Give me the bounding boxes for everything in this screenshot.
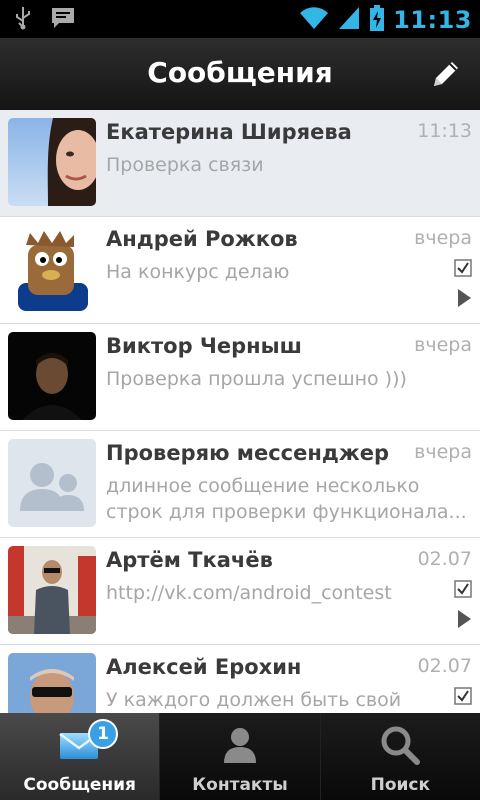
usb-icon [14, 6, 32, 34]
message-time: вчера [414, 227, 472, 249]
checkbox-icon [454, 259, 472, 277]
tab-search[interactable]: Поиск [319, 713, 480, 800]
conversation-row[interactable]: Алексей Ерохин 02.07 У каждого должен бы… [0, 645, 480, 713]
status-time: 11:13 [393, 6, 472, 34]
contact-name: Андрей Рожков [106, 227, 298, 251]
status-bar: 11:13 [0, 0, 480, 38]
message-time: вчера [414, 441, 472, 463]
checkbox-icon [454, 580, 472, 598]
person-icon [218, 723, 262, 767]
conversation-list[interactable]: Екатерина Ширяева 11:13 Проверка связи А… [0, 110, 480, 713]
message-time: 02.07 [417, 548, 472, 570]
conversation-row[interactable]: Артём Ткачёв 02.07 http://vk.com/android… [0, 538, 480, 645]
tab-contacts[interactable]: Контакты [159, 713, 320, 800]
pencil-icon [434, 62, 458, 86]
message-time: 11:13 [417, 120, 472, 142]
play-icon[interactable] [458, 289, 471, 307]
message-preview: У каждого должен быть свой [106, 689, 402, 711]
tab-label: Поиск [370, 775, 431, 795]
avatar [8, 546, 96, 634]
avatar [8, 653, 96, 713]
contact-name: Алексей Ерохин [106, 655, 302, 679]
message-preview: Проверка прошла успешно ))) [106, 368, 407, 390]
message-preview: длинное сообщение несколько строк для пр… [106, 475, 467, 523]
avatar [8, 332, 96, 420]
wifi-icon [299, 5, 329, 35]
page-title: Сообщения [147, 56, 333, 89]
search-icon [378, 723, 422, 767]
conversation-row[interactable]: Андрей Рожков вчера На конкурс делаю [0, 217, 480, 324]
bottom-navigation: 1 Сообщения Контакты Поиск [0, 713, 480, 800]
tab-label: Контакты [192, 775, 288, 795]
contact-name: Екатерина Ширяева [106, 120, 352, 144]
contact-name: Виктор Черныш [106, 334, 302, 358]
avatar [8, 225, 96, 313]
message-preview: На конкурс делаю [106, 261, 290, 283]
contact-name: Артём Ткачёв [106, 548, 273, 572]
compose-button[interactable] [428, 56, 464, 92]
checkbox-icon [454, 687, 472, 705]
chat-notification-icon [50, 6, 76, 34]
message-preview: http://vk.com/android_contest [106, 582, 392, 604]
group-avatar [8, 439, 96, 527]
message-time: вчера [414, 334, 472, 356]
conversation-row[interactable]: Проверяю мессенджер вчера длинное сообще… [0, 431, 480, 538]
message-time: 02.07 [417, 655, 472, 677]
tab-label: Сообщения [23, 775, 136, 795]
conversation-row[interactable]: Виктор Черныш вчера Проверка прошла успе… [0, 324, 480, 431]
message-preview: Проверка связи [106, 154, 264, 176]
avatar [8, 118, 96, 206]
signal-icon [337, 5, 361, 35]
tab-messages[interactable]: 1 Сообщения [0, 713, 160, 800]
unread-badge: 1 [88, 719, 118, 749]
play-icon[interactable] [458, 610, 471, 628]
battery-charging-icon [369, 4, 385, 36]
app-header: Сообщения [0, 38, 480, 111]
contact-name: Проверяю мессенджер [106, 441, 389, 465]
conversation-row[interactable]: Екатерина Ширяева 11:13 Проверка связи [0, 110, 480, 217]
